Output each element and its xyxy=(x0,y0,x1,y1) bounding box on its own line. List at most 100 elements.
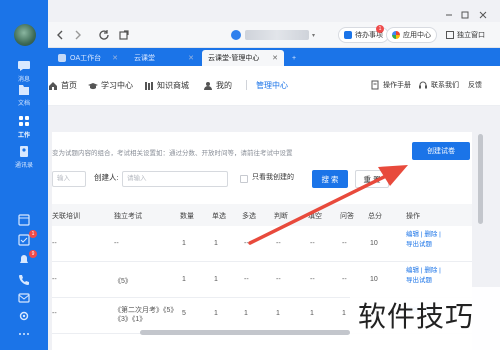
nav-feedback[interactable]: 反馈 xyxy=(468,80,482,90)
table-row: -- -- 1 1 -- -- -- -- 10 编辑 | 删除 | 导出试题 xyxy=(52,226,472,262)
title-bar: ▾ 待办事项 1 应用中心 独立窗口 xyxy=(48,22,500,48)
close-window-icon[interactable] xyxy=(478,10,488,20)
cell-fill: -- xyxy=(310,240,315,247)
edit-link[interactable]: 编辑 xyxy=(406,231,419,238)
cell-exam: -- xyxy=(114,240,119,247)
rail-item-documents[interactable]: 文档 xyxy=(0,84,48,107)
cell-qa: -- xyxy=(342,240,347,247)
cell-total: 10 xyxy=(370,240,378,247)
app-window: 消息 文档 工作 通讯录 1 9 ▾ 待办事项 1 应用中心 独立窗口 OA工作… xyxy=(0,0,500,350)
nav-knowledge-mall[interactable]: 知识商城 xyxy=(144,80,189,91)
nav-management-center[interactable]: 管理中心 xyxy=(256,80,288,91)
cell-judge: -- xyxy=(276,276,281,283)
rail-item-work[interactable]: 工作 xyxy=(0,116,48,139)
nav-divider xyxy=(246,80,247,90)
phone-icon[interactable] xyxy=(17,274,31,286)
export-link[interactable]: 导出试题 xyxy=(406,277,432,284)
cell-qa: 1 xyxy=(342,310,346,317)
name-filter-input[interactable]: 输入 xyxy=(52,171,86,187)
col-training: 关联培训 xyxy=(52,213,80,220)
cell-judge: -- xyxy=(276,240,281,247)
new-tab-button[interactable]: + xyxy=(286,50,302,66)
close-tab-icon[interactable]: ✕ xyxy=(272,54,278,62)
cell-single: 1 xyxy=(214,240,218,247)
row-actions: 编辑 | 删除 | 导出试题 xyxy=(406,267,441,284)
pending-icon xyxy=(344,31,352,39)
watermark-text: 软件技巧 xyxy=(358,300,475,333)
cell-count: 1 xyxy=(182,240,186,247)
panel-hint: 变为试题内容的组合，考试相关设置如：通过分数、开放时间等，请前往考试中设置 xyxy=(52,150,293,157)
creator-input[interactable]: 请输入 xyxy=(122,171,228,187)
minimize-icon[interactable] xyxy=(444,10,454,20)
cell-count: 5 xyxy=(182,310,186,317)
manual-icon xyxy=(371,80,379,90)
col-judge: 判断 xyxy=(274,213,288,220)
creator-label: 创建人: xyxy=(94,173,119,182)
nav-learning-center[interactable]: 学习中心 xyxy=(88,80,133,91)
rail-item-messages[interactable]: 消息 xyxy=(0,60,48,83)
nav-mine[interactable]: 我的 xyxy=(203,80,232,91)
search-button[interactable]: 搜 索 xyxy=(312,170,348,188)
delete-link[interactable]: 删除 xyxy=(424,267,437,274)
col-multi: 多选 xyxy=(242,213,256,220)
chat-icon xyxy=(18,61,30,71)
contacts-icon xyxy=(20,146,28,157)
only-mine-label: 只看我创建的 xyxy=(252,174,294,181)
reset-button[interactable]: 重 置 xyxy=(355,170,389,188)
nav-home[interactable]: 首页 xyxy=(48,80,77,91)
vertical-scrollbar[interactable] xyxy=(478,134,483,224)
open-external-icon[interactable] xyxy=(118,29,130,41)
apps-button[interactable]: 应用中心 xyxy=(386,27,437,43)
tab-cloud-classroom[interactable]: 云课堂 ✕ xyxy=(128,50,200,66)
tab-bar: OA工作台 ✕ 云课堂 ✕ 云课堂-管理中心 ✕ + xyxy=(48,48,500,66)
col-count: 数量 xyxy=(180,213,194,220)
tab-management-center[interactable]: 云课堂-管理中心 ✕ xyxy=(202,50,284,66)
cell-exam: 《5》 xyxy=(114,278,132,285)
apps-icon xyxy=(392,31,400,39)
cell-total: 10 xyxy=(370,276,378,283)
plus-icon: + xyxy=(292,54,297,62)
back-icon[interactable] xyxy=(54,29,66,41)
only-mine-checkbox[interactable] xyxy=(240,175,248,183)
maximize-icon[interactable] xyxy=(460,10,470,20)
cell-multi: -- xyxy=(244,276,249,283)
table-header: 关联培训 独立考试 数量 单选 多选 判断 填空 问答 总分 操作 xyxy=(52,204,472,226)
close-tab-icon[interactable]: ✕ xyxy=(188,54,194,62)
standalone-window-button[interactable]: 独立窗口 xyxy=(441,27,490,43)
cell-training: -- xyxy=(52,310,57,317)
avatar[interactable] xyxy=(14,24,36,46)
cell-training: -- xyxy=(52,276,57,283)
app-nav: 首页 学习中心 知识商城 我的 管理中心 操作手册 联系我们 反馈 xyxy=(48,66,500,106)
calendar-icon[interactable] xyxy=(17,214,31,226)
window-icon xyxy=(446,31,454,39)
cell-training: -- xyxy=(52,240,57,247)
chevron-down-icon: ▾ xyxy=(312,32,316,39)
nav-contact-us[interactable]: 联系我们 xyxy=(418,80,459,90)
export-link[interactable]: 导出试题 xyxy=(406,241,432,248)
more-icon[interactable] xyxy=(17,328,31,340)
col-total: 总分 xyxy=(368,213,382,220)
refresh-icon[interactable] xyxy=(98,29,110,41)
account-switcher[interactable]: ▾ xyxy=(231,27,315,43)
col-actions: 操作 xyxy=(406,213,420,220)
rail-item-contacts[interactable]: 通讯录 xyxy=(0,146,48,169)
close-tab-icon[interactable]: ✕ xyxy=(112,54,118,62)
edit-link[interactable]: 编辑 xyxy=(406,267,419,274)
cell-multi: 1 xyxy=(244,310,248,317)
row-actions: 编辑 | 删除 | 导出试题 xyxy=(406,231,441,248)
bell-badge: 9 xyxy=(29,250,37,258)
tab-oa-workbench[interactable]: OA工作台 ✕ xyxy=(52,50,124,66)
grid-icon xyxy=(19,116,29,126)
mail-icon[interactable] xyxy=(17,292,31,304)
tasks-badge: 1 xyxy=(29,230,37,238)
create-paper-button[interactable]: 创建试卷 xyxy=(412,142,470,160)
document-icon xyxy=(19,85,29,95)
cell-judge: 1 xyxy=(276,310,280,317)
cell-exam: 《第二次月考》《5》《3》《1》 xyxy=(114,307,174,323)
forward-icon[interactable] xyxy=(72,29,84,41)
tab-favicon xyxy=(58,54,66,62)
delete-link[interactable]: 删除 xyxy=(424,231,437,238)
nav-manual[interactable]: 操作手册 xyxy=(370,80,411,90)
horizontal-scrollbar[interactable] xyxy=(140,330,350,335)
settings-icon[interactable] xyxy=(17,310,31,322)
